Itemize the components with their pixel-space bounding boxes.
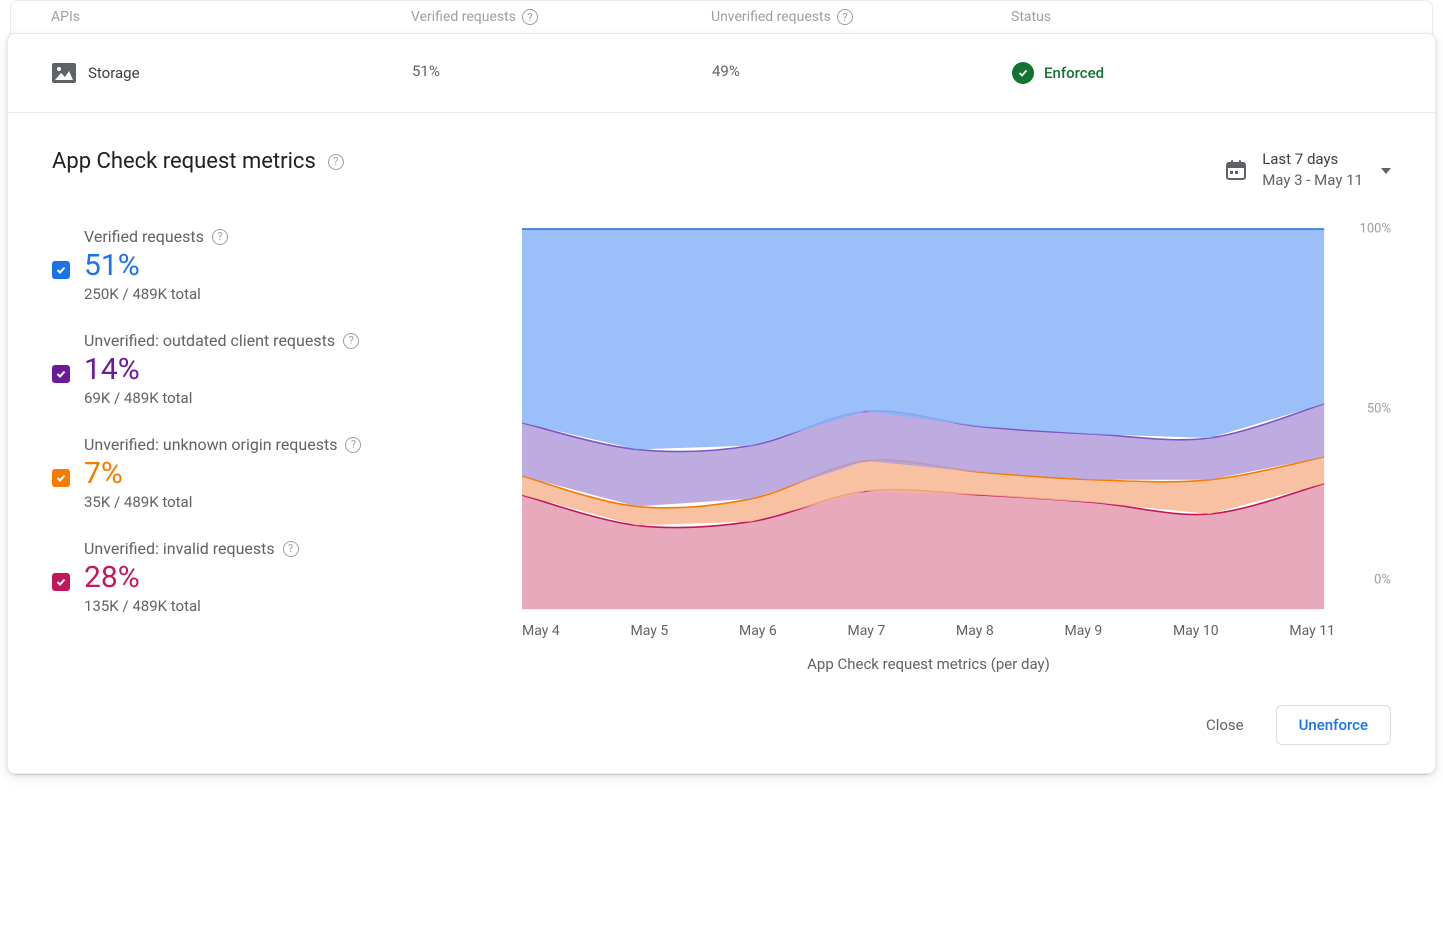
api-status-cell: Enforced	[1012, 62, 1391, 84]
close-button[interactable]: Close	[1192, 708, 1258, 742]
help-icon[interactable]: ?	[212, 229, 228, 245]
help-icon[interactable]: ?	[328, 154, 344, 170]
legend-label: Unverified: invalid requests ?	[84, 539, 299, 558]
help-icon[interactable]: ?	[343, 333, 359, 349]
help-icon[interactable]: ?	[345, 437, 361, 453]
y-axis: 100% 50% 0%	[1341, 219, 1391, 599]
legend-checkbox[interactable]	[52, 365, 70, 383]
chart-legend: Verified requests ? 51% 250K / 489K tota…	[52, 219, 482, 615]
help-icon[interactable]: ?	[837, 9, 853, 25]
api-verified-pct: 51%	[412, 62, 712, 84]
legend-item: Unverified: invalid requests ? 28% 135K …	[52, 539, 482, 615]
legend-item: Unverified: unknown origin requests ? 7%…	[52, 435, 482, 511]
legend-detail: 250K / 489K total	[84, 285, 228, 303]
legend-label: Verified requests ?	[84, 227, 228, 246]
x-tick-label: May 4	[522, 623, 560, 639]
metrics-card: Storage 51% 49% Enforced App Check reque…	[7, 33, 1436, 774]
legend-detail: 135K / 489K total	[84, 597, 299, 615]
api-unverified-pct: 49%	[712, 62, 1012, 84]
api-name-cell: Storage	[52, 62, 412, 84]
col-header-verified: Verified requests?	[411, 9, 711, 25]
legend-checkbox[interactable]	[52, 469, 70, 487]
table-header: APIs Verified requests? Unverified reque…	[11, 1, 1432, 33]
help-icon[interactable]: ?	[522, 9, 538, 25]
chart-caption: App Check request metrics (per day)	[522, 639, 1335, 673]
help-icon[interactable]: ?	[283, 541, 299, 557]
check-badge-icon	[1012, 62, 1034, 84]
date-range-value: May 3 - May 11	[1262, 170, 1363, 191]
x-tick-label: May 6	[739, 623, 777, 639]
chart-area: 100% 50% 0% May 4May 5May 6May 7May 8May…	[522, 219, 1391, 673]
api-row[interactable]: Storage 51% 49% Enforced	[8, 34, 1435, 113]
legend-checkbox[interactable]	[52, 261, 70, 279]
col-header-status: Status	[1011, 9, 1392, 25]
x-tick-label: May 7	[848, 623, 886, 639]
col-header-unverified: Unverified requests?	[711, 9, 1011, 25]
stacked-area-chart	[522, 219, 1391, 619]
x-tick-label: May 8	[956, 623, 994, 639]
legend-percent: 7%	[84, 456, 361, 491]
legend-detail: 35K / 489K total	[84, 493, 361, 511]
legend-label: Unverified: outdated client requests ?	[84, 331, 359, 350]
unenforce-button[interactable]: Unenforce	[1276, 705, 1391, 745]
x-axis: May 4 May 5 May 6 May 7 May 8 May 9 May 10 May …	[522, 619, 1335, 639]
status-text: Enforced	[1044, 64, 1104, 82]
legend-item: Verified requests ? 51% 250K / 489K tota…	[52, 227, 482, 303]
metrics-title: App Check request metrics ?	[52, 149, 344, 174]
x-tick-label: May 9	[1065, 623, 1103, 639]
date-range-picker[interactable]: Last 7 days May 3 - May 11	[1224, 149, 1391, 191]
calendar-icon	[1224, 158, 1248, 182]
date-range-label: Last 7 days	[1262, 149, 1363, 170]
storage-icon	[52, 63, 76, 83]
x-tick-label: May 5	[631, 623, 669, 639]
legend-percent: 51%	[84, 248, 228, 283]
api-name-text: Storage	[88, 64, 140, 82]
chevron-down-icon	[1381, 168, 1391, 174]
col-header-apis: APIs	[51, 9, 411, 25]
legend-percent: 14%	[84, 352, 359, 387]
legend-detail: 69K / 489K total	[84, 389, 359, 407]
legend-percent: 28%	[84, 560, 299, 595]
legend-item: Unverified: outdated client requests ? 1…	[52, 331, 482, 407]
legend-checkbox[interactable]	[52, 573, 70, 591]
legend-label: Unverified: unknown origin requests ?	[84, 435, 361, 454]
x-tick-label: May 10	[1173, 623, 1219, 639]
x-tick-label: May 11	[1289, 623, 1335, 639]
action-bar: Close Unenforce	[8, 673, 1435, 749]
